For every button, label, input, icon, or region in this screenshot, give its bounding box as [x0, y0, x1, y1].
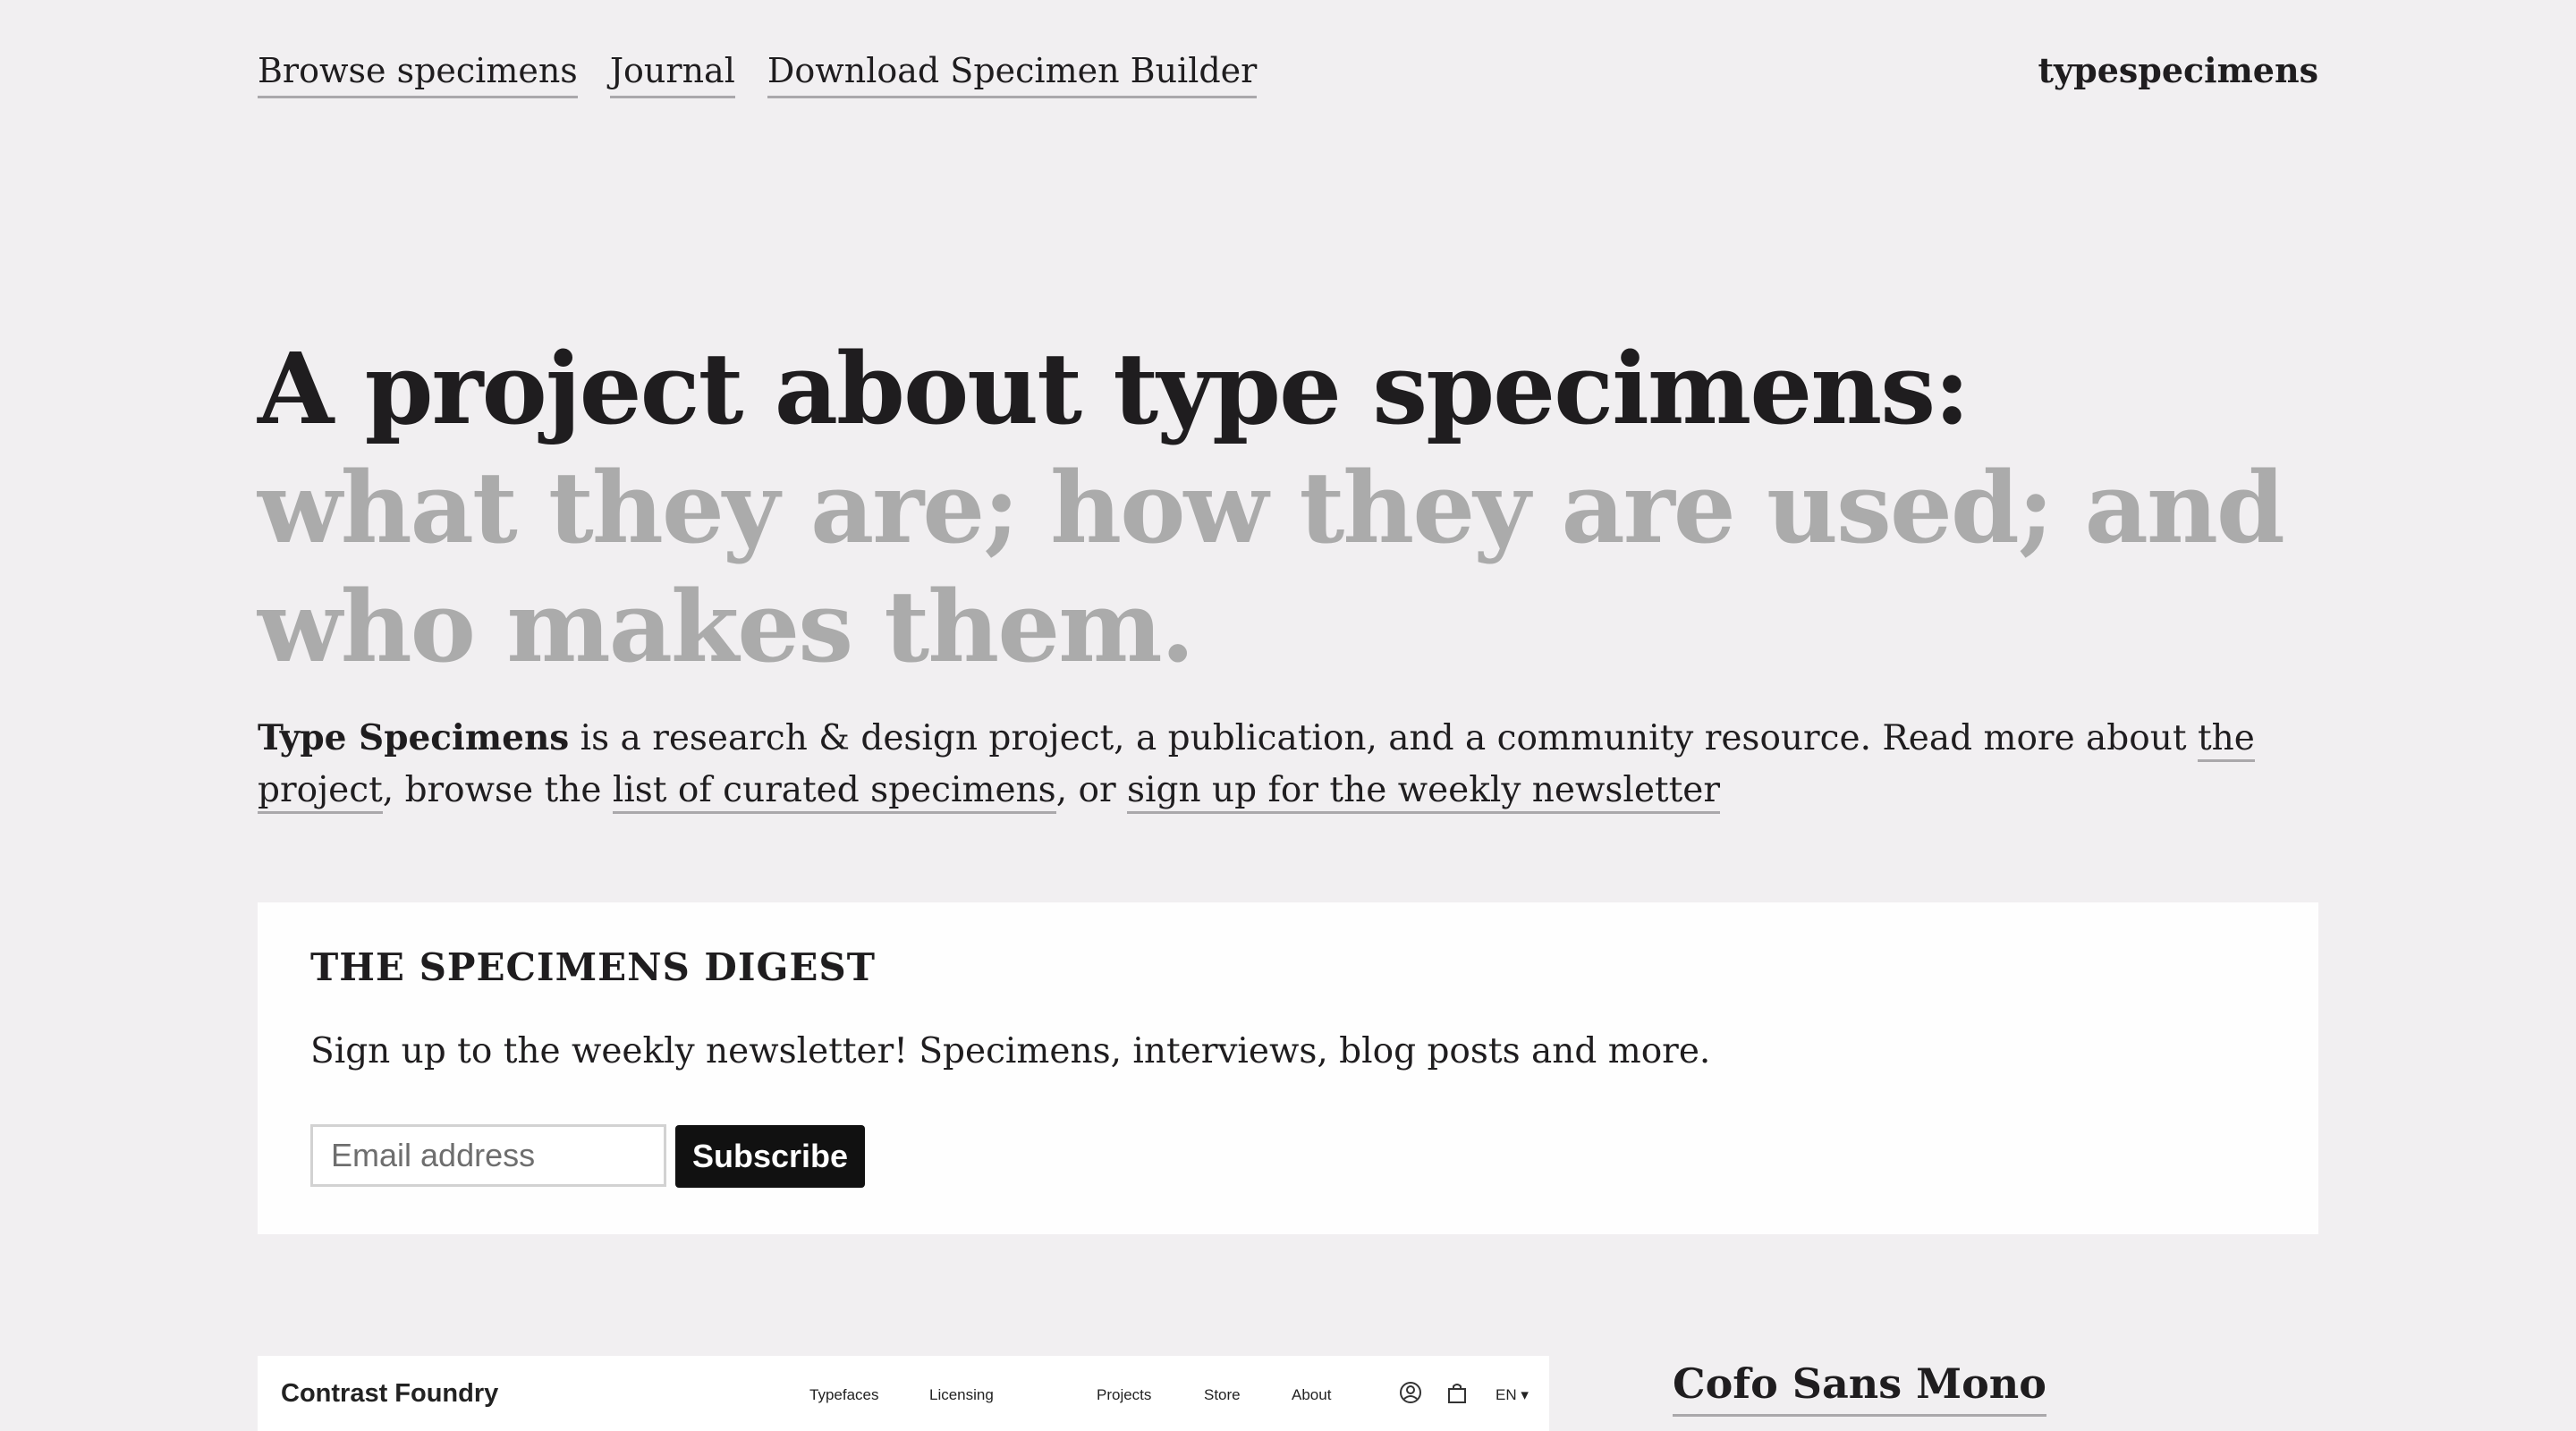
- link-newsletter-signup[interactable]: sign up for the weekly newsletter: [1127, 770, 1720, 814]
- newsletter-title: THE SPECIMENS DIGEST: [310, 945, 876, 989]
- preview-language-selector: EN ▾: [1496, 1386, 1529, 1403]
- nav-journal[interactable]: Journal: [609, 47, 735, 98]
- hero-line-secondary: what they are; how they are used; and wh…: [258, 450, 2285, 684]
- specimen-preview-image[interactable]: Contrast Foundry Typefaces Licensing Pro…: [258, 1356, 1549, 1431]
- subscribe-button[interactable]: Subscribe: [675, 1125, 865, 1188]
- intro-text-1: is a research & design project, a public…: [569, 718, 2198, 758]
- site-logo[interactable]: typespecimens: [2038, 47, 2319, 95]
- intro-bold: Type Specimens: [258, 717, 570, 758]
- preview-nav-licensing: Licensing: [929, 1386, 994, 1403]
- bag-icon: [1448, 1384, 1466, 1403]
- hero-heading: A project about type specimens: what the…: [258, 329, 2386, 686]
- hero-line-primary: A project about type specimens:: [258, 331, 1970, 446]
- preview-nav-typefaces: Typefaces: [809, 1386, 879, 1403]
- newsletter-box: THE SPECIMENS DIGEST Sign up to the week…: [258, 902, 2318, 1234]
- top-nav: Browse specimens Journal Download Specim…: [258, 47, 1258, 98]
- intro-paragraph: Type Specimens is a research & design pr…: [258, 712, 2315, 817]
- featured-specimen-title[interactable]: Cofo Sans Mono: [1673, 1354, 2046, 1417]
- preview-nav-store: Store: [1204, 1386, 1241, 1403]
- preview-nav-about: About: [1292, 1386, 1332, 1403]
- preview-logo: Contrast Foundry: [281, 1379, 499, 1408]
- newsletter-description: Sign up to the weekly newsletter! Specim…: [310, 1031, 1711, 1071]
- intro-text-3: , or: [1055, 770, 1128, 810]
- link-curated-specimens[interactable]: list of curated specimens: [612, 770, 1056, 814]
- nav-download-specimen-builder[interactable]: Download Specimen Builder: [767, 47, 1258, 98]
- preview-nav-projects: Projects: [1097, 1386, 1152, 1403]
- intro-text-2: , browse the: [382, 770, 613, 810]
- nav-browse-specimens[interactable]: Browse specimens: [258, 47, 578, 98]
- user-icon: [1400, 1382, 1421, 1403]
- email-input[interactable]: [310, 1124, 666, 1187]
